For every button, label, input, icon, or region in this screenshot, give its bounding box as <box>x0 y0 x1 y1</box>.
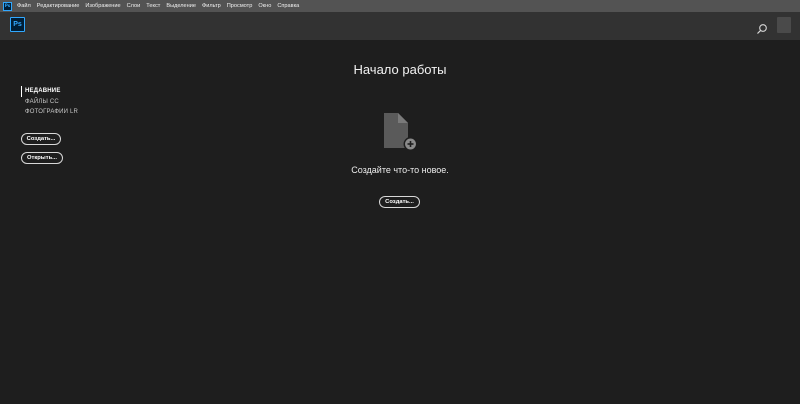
menu-edit[interactable]: Редактирование <box>37 0 80 12</box>
menu-image[interactable]: Изображение <box>85 0 120 12</box>
menu-view[interactable]: Просмотр <box>227 0 253 12</box>
menu-select[interactable]: Выделение <box>166 0 196 12</box>
menu-type[interactable]: Текст <box>146 0 160 12</box>
empty-state-message: Создайте что-то новое. <box>351 165 449 175</box>
menu-help[interactable]: Справка <box>277 0 299 12</box>
sidebar-item-cc-files[interactable]: ФАЙЛЫ CC <box>21 97 141 108</box>
sidebar-open-button[interactable]: Открыть... <box>21 152 63 164</box>
account-avatar[interactable] <box>777 17 791 33</box>
main-create-button[interactable]: Создать... <box>379 196 420 208</box>
sidebar-item-lr-photos[interactable]: ФОТОГРАФИИ LR <box>21 107 141 118</box>
menu-window[interactable]: Окно <box>258 0 271 12</box>
sidebar-item-recent[interactable]: НЕДАВНИЕ <box>21 86 141 97</box>
menu-file[interactable]: Файл <box>17 0 31 12</box>
menu-bar: Ps Файл Редактирование Изображение Слои … <box>0 0 800 12</box>
top-bar: Ps <box>0 12 800 40</box>
sidebar-create-button[interactable]: Создать... <box>21 133 61 145</box>
photoshop-logo[interactable]: Ps <box>10 17 25 32</box>
page-title: Начало работы <box>353 62 447 77</box>
new-document-icon <box>383 112 419 152</box>
app-icon[interactable]: Ps <box>3 1 12 11</box>
sidebar-nav: НЕДАВНИЕ ФАЙЛЫ CC ФОТОГРАФИИ LR <box>21 86 141 118</box>
search-icon[interactable] <box>756 20 768 34</box>
menu-layers[interactable]: Слои <box>127 0 141 12</box>
menu-filter[interactable]: Фильтр <box>202 0 221 12</box>
